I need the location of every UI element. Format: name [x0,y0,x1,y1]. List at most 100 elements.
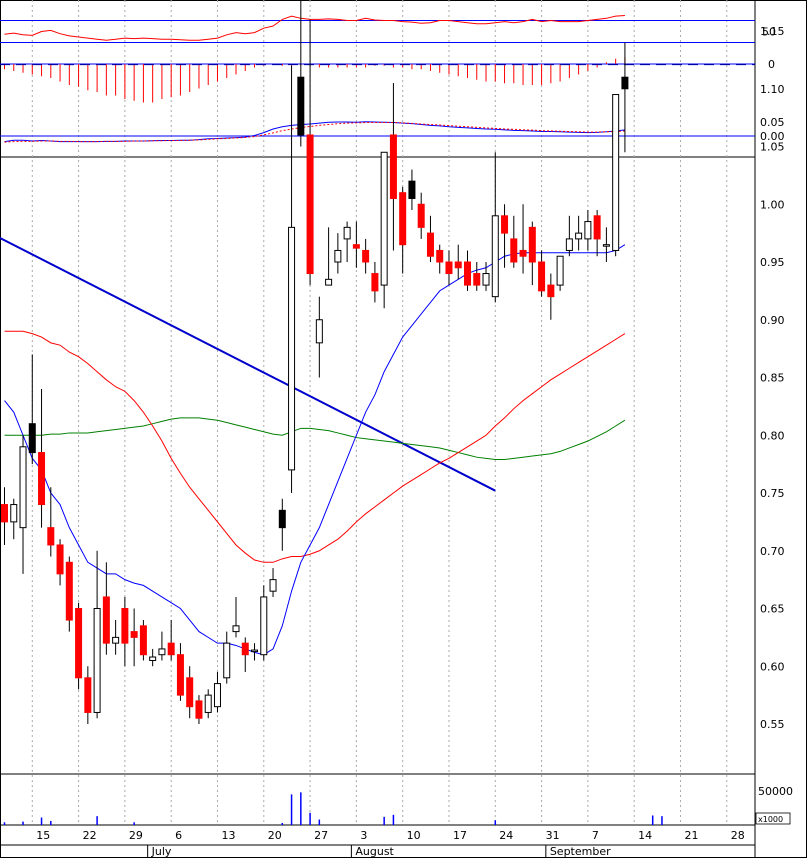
candle-body [158,648,166,656]
price-tick-label: 0.90 [760,314,785,327]
x-day-label: 7 [592,829,599,842]
candle-body [204,694,212,713]
ma-long-line [4,417,626,461]
candle-body [186,677,194,708]
momentum-panel [0,57,755,103]
x-day-label: 24 [499,829,513,842]
candle-body [38,452,46,506]
candle-body [417,203,425,228]
candle-body [584,221,592,240]
candle-body [288,226,296,471]
candle-body [149,656,157,661]
price-tick-label: 0.65 [760,603,785,616]
candle-body [241,642,249,656]
stock-chart: 5000.050.001.201.151.101.051.000.950.900… [0,0,807,858]
candle-body [593,215,601,240]
x-month-label: August [355,845,394,858]
candle-body [343,226,351,240]
candle-body [621,76,629,90]
x-day-label: 13 [221,829,235,842]
rsi-panel [0,15,755,43]
candle-body [121,608,129,644]
candle-body [352,244,360,249]
price-tick-label: 1.00 [760,198,785,211]
candle-body [1,504,8,523]
candle-body [47,527,55,546]
candle-body [380,151,388,286]
candle-body [232,625,240,633]
vertical-gridlines [31,0,728,825]
candle-body [297,76,305,136]
candle-body [538,261,546,292]
candle-body [325,278,333,286]
candle-body [28,423,36,454]
candle-body [612,94,620,251]
candle-body [19,446,27,529]
x-day-label: 27 [314,829,328,842]
candle-body [501,215,509,234]
price-tick-label: 0.85 [760,372,785,385]
candle-body [334,249,342,263]
oscillator-tick-label: 0.05 [760,116,785,129]
x-day-label: 29 [129,829,143,842]
price-tick-label: 0.75 [760,487,785,500]
x-month-label: July [151,845,172,858]
momentum-tick-label: 0 [768,58,775,71]
candle-body [306,134,314,275]
candle-body [408,180,416,199]
candle-body [482,273,490,286]
candle-body [278,509,286,529]
candle-body [213,683,221,708]
price-panel [0,0,755,724]
candle-body [399,192,407,246]
candle-body [371,273,379,292]
candle-body [251,649,259,653]
candle-body [528,226,536,263]
candle-body [473,273,481,286]
volume-tick-label: 50000 [758,785,793,798]
y-axis-labels: 5000.050.001.201.151.101.051.000.950.900… [755,25,793,825]
x-day-label: 10 [407,829,421,842]
x-day-label: 20 [268,829,282,842]
x-month-label: September [550,845,611,858]
candle-body [176,654,184,696]
candle-body [223,642,231,679]
x-day-label: 28 [731,829,745,842]
candle-body [102,596,110,644]
candle-body [445,261,453,275]
candle-body [491,215,499,298]
candle-body [454,261,462,269]
candle-body [84,677,92,713]
candle-body [112,636,120,644]
volume-unit-label: x1000 [758,815,783,824]
candle-body [315,319,323,344]
candle-body [93,608,101,713]
x-day-label: 6 [175,829,182,842]
candle-body [167,642,175,656]
candle-body [426,232,434,257]
price-tick-label: 1.05 [760,141,785,154]
price-tick-label: 0.60 [760,660,785,673]
price-tick-label: 0.80 [760,429,785,442]
x-axis-labels: 15 22 29 6 13 20 27 3 10 17 24 31 7 14 21 28 July August S… [36,829,745,858]
x-day-label: 15 [36,829,50,842]
candle-body [10,504,18,523]
downtrend-line [0,236,496,492]
oscillator-line [4,121,625,143]
x-day-label: 21 [684,829,698,842]
x-day-label: 22 [83,829,97,842]
candle-body [436,249,444,263]
candle-body [389,134,397,199]
candle-body [519,249,527,257]
oscillator-signal-line [4,122,625,143]
candle-body [602,244,610,247]
candle-body [547,284,555,298]
candle-body [65,561,73,621]
x-day-label: 3 [360,829,367,842]
candle-body [556,255,564,286]
candle-body [510,238,518,263]
oscillator-panel [0,121,755,143]
price-tick-label: 0.70 [760,545,785,558]
x-day-label: 14 [638,829,652,842]
candle-body [139,625,147,656]
